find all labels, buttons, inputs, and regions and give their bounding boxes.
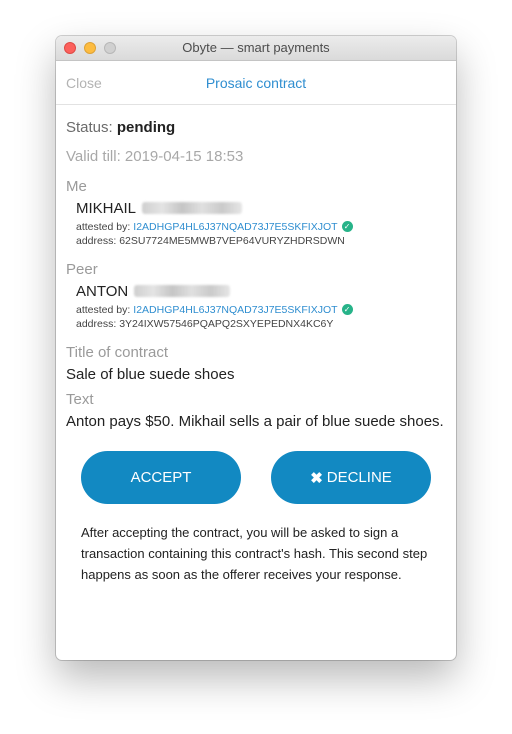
nav-bar: Close Prosaic contract bbox=[56, 61, 456, 105]
peer-label: Peer bbox=[66, 261, 98, 278]
check-circle-icon: ✓ bbox=[341, 304, 353, 315]
peer-address: address: 3Y24IXW57546PQAPQ2SXYEPEDNX4KC6… bbox=[76, 318, 334, 330]
accept-note: After accepting the contract, you will b… bbox=[81, 525, 428, 582]
attested-label: attested by: bbox=[76, 220, 131, 233]
text-label: Text bbox=[66, 391, 94, 408]
decline-label: DECLINE bbox=[326, 469, 392, 486]
window-title: Obyte — smart payments bbox=[182, 40, 330, 55]
valid-till: Valid till: 2019-04-15 18:53 bbox=[66, 148, 244, 165]
me-address: address: 62SU7724ME5MWB7VEP64VURYZHDRSDW… bbox=[76, 235, 345, 247]
me-attestation: attested by: I2ADHGP4HL6J37NQAD73J7E5SKF… bbox=[76, 218, 446, 235]
check-circle-icon: ✓ bbox=[341, 221, 353, 232]
peer-name-row: ANTON bbox=[76, 281, 446, 301]
accept-label: ACCEPT bbox=[130, 469, 192, 486]
app-window: Obyte — smart payments Close Prosaic con… bbox=[56, 36, 456, 660]
accept-button[interactable]: ACCEPT bbox=[81, 451, 241, 504]
status-value: pending bbox=[116, 119, 176, 136]
peer-attestor-link[interactable]: I2ADHGP4HL6J37NQAD73J7E5SKFIXJOT bbox=[133, 304, 337, 316]
me-attestor-link[interactable]: I2ADHGP4HL6J37NQAD73J7E5SKFIXJOT bbox=[133, 221, 337, 233]
me-party: MIKHAIL attested by: I2ADHGP4HL6J37NQAD7… bbox=[66, 198, 446, 251]
status-row: Status: pending bbox=[66, 119, 446, 146]
x-icon: ✖ bbox=[310, 469, 323, 487]
peer-attestation: attested by: I2ADHGP4HL6J37NQAD73J7E5SKF… bbox=[76, 301, 446, 318]
redacted-surname bbox=[134, 285, 231, 297]
me-section: Me MIKHAIL attested by: I2ADHGP4HL6J37NQ… bbox=[66, 178, 446, 251]
peer-section: Peer ANTON attested by: I2ADHGP4HL6J37NQ… bbox=[66, 261, 446, 334]
contract-details: Status: pending Valid till: 2019-04-15 1… bbox=[56, 105, 456, 585]
me-name-row: MIKHAIL bbox=[76, 198, 446, 218]
contract-text: Anton pays $50. Mikhail sells a pair of … bbox=[66, 413, 444, 430]
decline-button[interactable]: ✖ DECLINE bbox=[271, 451, 431, 504]
action-buttons: ACCEPT ✖ DECLINE bbox=[66, 451, 446, 504]
page-title: Prosaic contract bbox=[205, 75, 307, 91]
peer-party: ANTON attested by: I2ADHGP4HL6J37NQAD73J… bbox=[66, 281, 446, 334]
redacted-surname bbox=[142, 202, 243, 214]
title-bar: Obyte — smart payments bbox=[56, 36, 456, 61]
attested-label: attested by: bbox=[76, 303, 131, 316]
title-label: Title of contract bbox=[66, 344, 168, 361]
contract-title: Sale of blue suede shoes bbox=[66, 366, 235, 383]
me-label: Me bbox=[66, 178, 87, 195]
status-label: Status: bbox=[66, 119, 113, 136]
me-name: MIKHAIL bbox=[76, 199, 137, 217]
peer-name: ANTON bbox=[76, 282, 129, 300]
